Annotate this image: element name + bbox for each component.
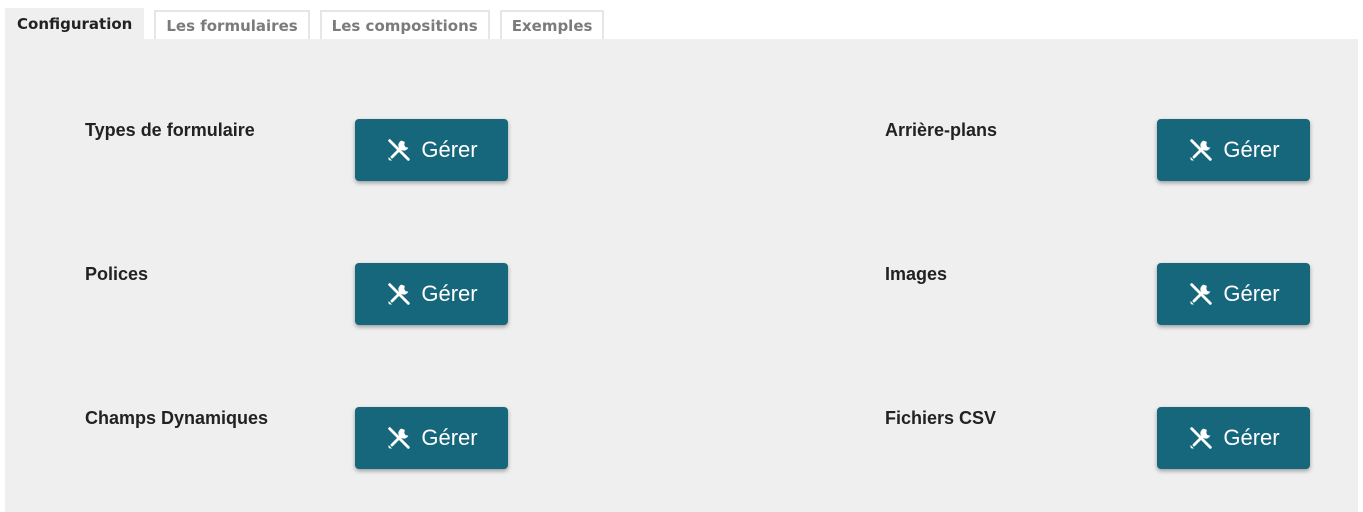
section-label-fichiers-csv: Fichiers CSV bbox=[885, 408, 997, 428]
tab-les-formulaires[interactable]: Les formulaires bbox=[154, 10, 310, 40]
section-label-types-de-formulaire: Types de formulaire bbox=[85, 120, 255, 140]
manage-fichiers-csv-button[interactable]: Gérer bbox=[1157, 407, 1310, 469]
tab-les-compositions[interactable]: Les compositions bbox=[319, 10, 490, 40]
tools-icon bbox=[385, 424, 413, 452]
configuration-panel: Types de formulaire Gérer Arrière-plans … bbox=[5, 39, 1358, 512]
manage-button-label: Gérer bbox=[1223, 137, 1280, 162]
section-label-images: Images bbox=[885, 264, 948, 284]
manage-champs-dynamiques-button[interactable]: Gérer bbox=[355, 407, 508, 469]
tools-icon bbox=[385, 280, 413, 308]
tab-configuration[interactable]: Configuration bbox=[5, 8, 145, 40]
section-label-arriere-plans: Arrière-plans bbox=[885, 120, 998, 140]
manage-polices-button[interactable]: Gérer bbox=[355, 263, 508, 325]
manage-button-label: Gérer bbox=[1223, 281, 1280, 306]
tab-bar: Configuration Les formulaires Les compos… bbox=[5, 8, 605, 40]
manage-button-label: Gérer bbox=[421, 137, 478, 162]
tools-icon bbox=[385, 136, 413, 164]
manage-button-label: Gérer bbox=[1223, 425, 1280, 450]
manage-types-de-formulaire-button[interactable]: Gérer bbox=[355, 119, 508, 181]
manage-images-button[interactable]: Gérer bbox=[1157, 263, 1310, 325]
tools-icon bbox=[1187, 424, 1215, 452]
manage-button-label: Gérer bbox=[421, 425, 478, 450]
section-label-polices: Polices bbox=[85, 264, 149, 284]
section-label-champs-dynamiques: Champs Dynamiques bbox=[85, 408, 269, 428]
manage-arriere-plans-button[interactable]: Gérer bbox=[1157, 119, 1310, 181]
tab-exemples[interactable]: Exemples bbox=[499, 10, 605, 40]
tools-icon bbox=[1187, 136, 1215, 164]
tools-icon bbox=[1187, 280, 1215, 308]
manage-button-label: Gérer bbox=[421, 281, 478, 306]
